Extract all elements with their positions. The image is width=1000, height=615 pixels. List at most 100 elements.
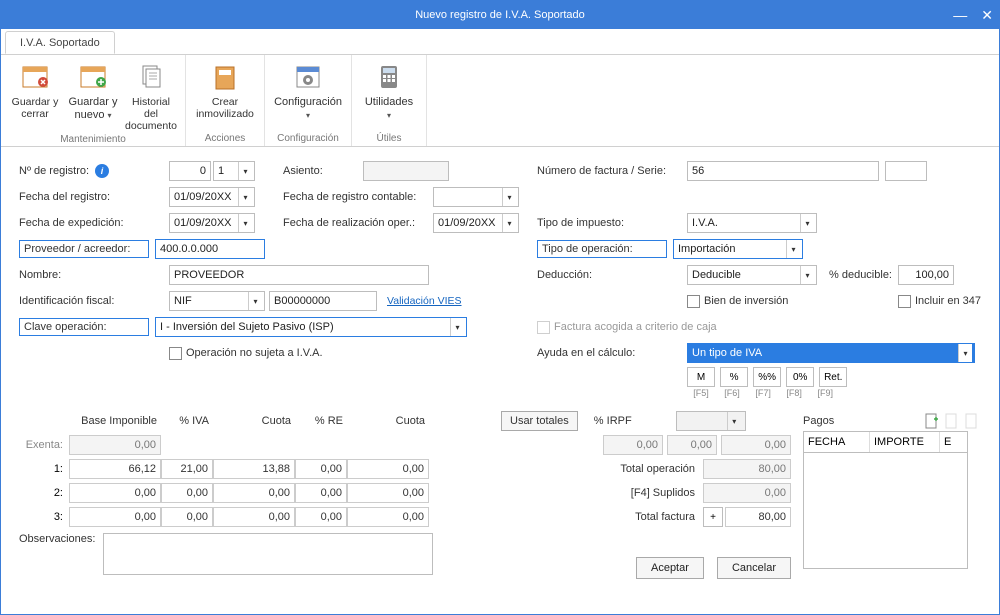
quick-ret-button[interactable]: Ret.: [819, 367, 847, 387]
info-icon[interactable]: i: [95, 164, 109, 178]
hint-f6: [F6]: [718, 388, 746, 398]
numfact-input[interactable]: [687, 161, 879, 181]
page-icon[interactable]: [944, 413, 960, 429]
r2-base[interactable]: 0,00: [69, 483, 161, 503]
deduccion-label: Deducción:: [537, 269, 687, 281]
irpf-select[interactable]: ▾: [676, 411, 746, 431]
proveedor-input[interactable]: [155, 239, 265, 259]
r1-pctre[interactable]: 0,00: [295, 459, 347, 479]
r1-base[interactable]: 66,12: [69, 459, 161, 479]
r1-cuota[interactable]: 13,88: [213, 459, 295, 479]
r3-cuota[interactable]: 0,00: [213, 507, 295, 527]
pagos-label: Pagos: [803, 415, 834, 427]
r2-pctre[interactable]: 0,00: [295, 483, 347, 503]
window-title: Nuevo registro de I.V.A. Soportado: [415, 9, 585, 21]
bien-inversion-checkbox[interactable]: [687, 295, 700, 308]
tipo-operacion-select[interactable]: Importación▾: [673, 239, 803, 259]
r1-cuota2[interactable]: 0,00: [347, 459, 429, 479]
history-button[interactable]: Historial del documento: [123, 59, 179, 132]
quick-m-button[interactable]: M: [687, 367, 715, 387]
pagos-table[interactable]: FECHA IMPORTE E: [803, 431, 968, 569]
chevron-down-icon: ▾: [958, 344, 972, 362]
r3-cuota2[interactable]: 0,00: [347, 507, 429, 527]
pct-deducible-label: % deducible:: [829, 269, 892, 281]
vies-link[interactable]: Validación VIES: [387, 295, 462, 307]
quick-0pct-button[interactable]: 0%: [786, 367, 814, 387]
nregistro-b-select[interactable]: 1▾: [213, 161, 255, 181]
plus-button[interactable]: +: [703, 507, 723, 527]
floppy-close-icon: [19, 61, 51, 93]
col-pctiva: % IVA: [161, 411, 213, 431]
ribbon: Guardar y cerrar Guardar y nuevo ▾ Histo…: [1, 55, 999, 147]
utilities-button[interactable]: Utilidades▾: [358, 59, 420, 121]
pct-deducible-input[interactable]: [898, 265, 954, 285]
floppy-new-icon: [77, 61, 109, 93]
usar-totales-button[interactable]: Usar totales: [501, 411, 578, 431]
create-asset-button[interactable]: Crear inmovilizado: [192, 59, 258, 120]
exenta-cell: 0,00: [69, 435, 161, 455]
page-icon-2[interactable]: [964, 413, 980, 429]
aceptar-button[interactable]: Aceptar: [636, 557, 704, 579]
row1-label: 1:: [19, 459, 69, 479]
minimize-button[interactable]: —: [953, 7, 967, 23]
fecha-reg-contable-input[interactable]: ▾: [433, 187, 519, 207]
ribbon-group-utiles: Utilidades▾ Útiles: [352, 55, 427, 146]
tipo-impuesto-select[interactable]: I.V.A.▾: [687, 213, 817, 233]
row3-label: 3:: [19, 507, 69, 527]
row2-label: 2:: [19, 483, 69, 503]
proveedor-label: Proveedor / acreedor:: [19, 240, 149, 258]
idfiscal-label: Identificación fiscal:: [19, 295, 169, 307]
observaciones-input[interactable]: [103, 533, 433, 575]
r2-pctiva[interactable]: 0,00: [161, 483, 213, 503]
deduccion-select[interactable]: Deducible▾: [687, 265, 817, 285]
factura-caja-label: Factura acogida a criterio de caja: [554, 321, 717, 333]
serie-input[interactable]: [885, 161, 927, 181]
chevron-down-icon: ▾: [502, 214, 516, 232]
irpf-c: 0,00: [721, 435, 791, 455]
quick-pctpct-button[interactable]: %%: [753, 367, 781, 387]
save-new-button[interactable]: Guardar y nuevo ▾: [65, 59, 121, 121]
clave-operacion-select[interactable]: I - Inversión del Sujeto Pasivo (ISP)▾: [155, 317, 467, 337]
quick-pct-button[interactable]: %: [720, 367, 748, 387]
ribbon-group-config: Configuración▾ Configuración: [265, 55, 352, 146]
ayuda-select[interactable]: Un tipo de IVA▾: [687, 343, 975, 363]
idfiscal-type-select[interactable]: NIF▾: [169, 291, 265, 311]
exenta-label: Exenta:: [19, 435, 69, 455]
incluir347-checkbox[interactable]: [898, 295, 911, 308]
col-pctirpf: % IRPF: [584, 411, 636, 431]
chevron-down-icon: ▾: [800, 214, 814, 232]
total-fact-val[interactable]: 80,00: [725, 507, 791, 527]
r3-pctiva[interactable]: 0,00: [161, 507, 213, 527]
hint-f5: [F5]: [687, 388, 715, 398]
fecha-registro-input[interactable]: 01/09/20XX▾: [169, 187, 255, 207]
r3-pctre[interactable]: 0,00: [295, 507, 347, 527]
ribbon-group-acciones: Crear inmovilizado Acciones: [186, 55, 265, 146]
config-button[interactable]: Configuración▾: [271, 59, 345, 121]
total-oper-val: 80,00: [703, 459, 791, 479]
cancelar-button[interactable]: Cancelar: [717, 557, 791, 579]
tab-iva-soportado[interactable]: I.V.A. Soportado: [5, 31, 115, 54]
idfiscal-num-input[interactable]: [269, 291, 377, 311]
fecha-expedicion-input[interactable]: 01/09/20XX▾: [169, 213, 255, 233]
chevron-down-icon: ▾: [727, 412, 741, 430]
chevron-down-icon: ▾: [248, 292, 262, 310]
irpf-b: 0,00: [667, 435, 717, 455]
add-page-icon[interactable]: [924, 413, 940, 429]
no-sujeta-checkbox[interactable]: [169, 347, 182, 360]
fecha-real-oper-input[interactable]: 01/09/20XX▾: [433, 213, 519, 233]
irpf-a: 0,00: [603, 435, 663, 455]
ribbon-group-mantenimiento: Guardar y cerrar Guardar y nuevo ▾ Histo…: [1, 55, 186, 146]
calculator-icon: [373, 61, 405, 93]
hint-f7: [F7]: [749, 388, 777, 398]
ayuda-label: Ayuda en el cálculo:: [537, 347, 687, 359]
r2-cuota[interactable]: 0,00: [213, 483, 295, 503]
nombre-input[interactable]: [169, 265, 429, 285]
r1-pctiva[interactable]: 21,00: [161, 459, 213, 479]
r2-cuota2[interactable]: 0,00: [347, 483, 429, 503]
save-close-button[interactable]: Guardar y cerrar: [7, 59, 63, 120]
chevron-down-icon: ▾: [107, 111, 111, 120]
totals-grid: Base Imponible % IVA Cuota % RE Cuota Ex…: [19, 411, 981, 579]
close-button[interactable]: ✕: [981, 7, 993, 24]
r3-base[interactable]: 0,00: [69, 507, 161, 527]
nregistro-a-input[interactable]: [169, 161, 211, 181]
